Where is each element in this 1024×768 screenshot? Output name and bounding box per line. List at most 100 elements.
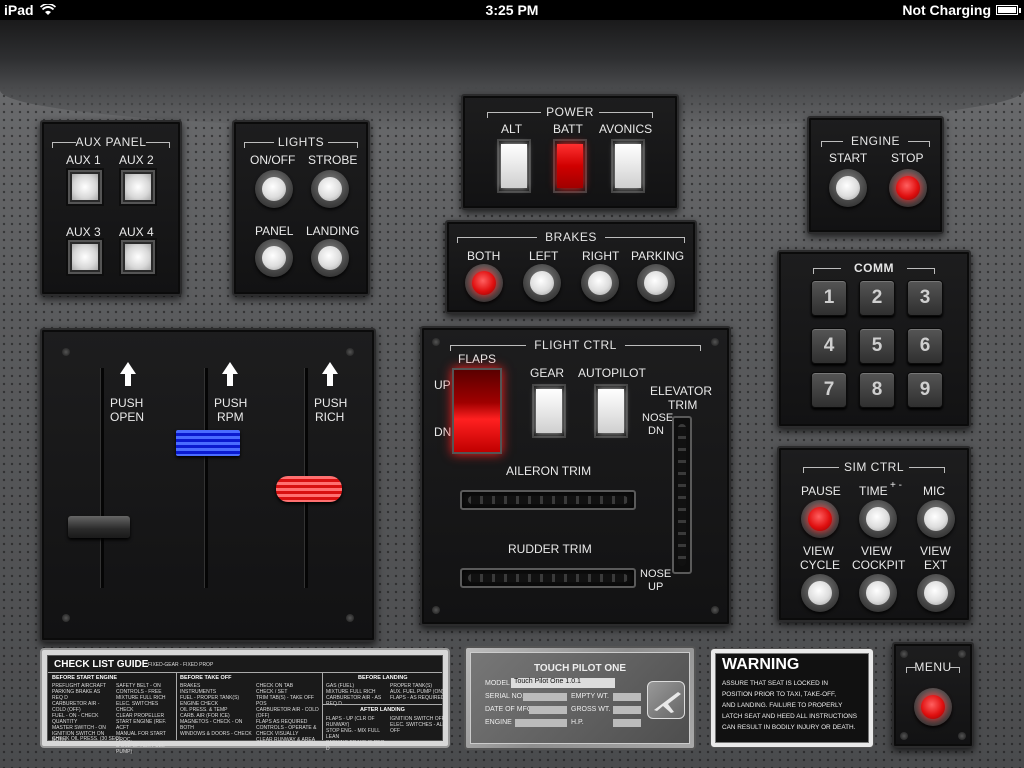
flaps-dn-label: DN [434, 425, 452, 439]
engine-stop-label: STOP [891, 151, 924, 165]
brake-both-button[interactable] [465, 264, 503, 302]
aux1-button[interactable] [66, 168, 104, 206]
before-landing-heading: BEFORE LANDING [358, 675, 408, 681]
before-start-heading: BEFORE START ENGINE [52, 675, 117, 681]
pause-button[interactable] [801, 500, 839, 538]
comm-key-5[interactable]: 5 [859, 328, 895, 364]
model-label: MODEL [485, 680, 510, 687]
aux-panel: AUX PANEL AUX 1 AUX 2 AUX 3 AUX 4 [40, 120, 182, 296]
checklist-col2: SAFETY BELT - ON CONTROLS - FREE MIXTURE F… [116, 683, 167, 755]
throttle-push-label: PUSH [110, 396, 144, 410]
aux2-button[interactable] [119, 168, 157, 206]
flight-ctrl-panel: FLIGHT CTRL FLAPS UP DN GEAR AUTOPILOT E… [420, 326, 731, 626]
comm-key-4[interactable]: 4 [811, 328, 847, 364]
comm-key-7[interactable]: 7 [811, 372, 847, 408]
warning-title: WARNING [722, 656, 800, 673]
view-cycle-button[interactable] [801, 574, 839, 612]
view-cockpit-button[interactable] [859, 574, 897, 612]
mixture-lever[interactable] [276, 476, 342, 502]
pause-label: PAUSE [801, 484, 841, 498]
brake-parking-button[interactable] [637, 264, 675, 302]
view-cockpit-label-2: COCKPIT [852, 558, 906, 572]
comm-key-8[interactable]: 8 [859, 372, 895, 408]
aux4-label: AUX 4 [119, 225, 154, 239]
brake-left-label: LEFT [529, 249, 559, 263]
lights-panel-button[interactable] [255, 239, 293, 277]
lights-landing-button[interactable] [311, 239, 349, 277]
strobe-label: STROBE [308, 153, 358, 167]
checklist-title: CHECK LIST GUIDE [54, 659, 149, 670]
batt-switch[interactable] [553, 139, 587, 193]
aux1-label: AUX 1 [66, 153, 101, 167]
alt-label: ALT [501, 122, 523, 136]
rpm-label: RPM [217, 410, 244, 424]
autopilot-switch[interactable] [594, 384, 628, 438]
batt-label: BATT [553, 122, 583, 136]
aileron-trim-wheel[interactable] [460, 490, 636, 510]
landing-label: LANDING [306, 224, 360, 238]
aux4-button[interactable] [119, 238, 157, 276]
aux2-label: AUX 2 [119, 153, 154, 167]
throttle-open-label: OPEN [110, 410, 145, 424]
prop-rpm-lever[interactable] [176, 430, 240, 456]
throttle-lever[interactable] [68, 516, 130, 538]
data-plate: TOUCH PILOT ONE MODEL Touch Pilot One 1.… [464, 646, 696, 750]
aux3-button[interactable] [66, 238, 104, 276]
comm-key-3[interactable]: 3 [907, 280, 943, 316]
checklist-col6: PROPER TANK(S) AUX. FUEL PUMP (ON) FLAPS -… [390, 683, 445, 701]
engine-panel: ENGINE START STOP [807, 116, 944, 234]
brakes-panel: BRAKES BOTH LEFT RIGHT PARKING [445, 220, 697, 314]
aux3-label: AUX 3 [66, 225, 101, 239]
checklist-subtitle: FIXED-GEAR - FIXED PROP [148, 662, 214, 668]
comm-key-9[interactable]: 9 [907, 372, 943, 408]
checklist-placard: CHECK LIST GUIDE FIXED-GEAR - FIXED PROP… [40, 648, 450, 755]
brake-right-button[interactable] [581, 264, 619, 302]
sim-ctrl-panel: SIM CTRL PAUSE TIME + - MIC VIEW CYCLE V… [777, 446, 971, 622]
brake-left-button[interactable] [523, 264, 561, 302]
menu-panel: MENU [892, 642, 974, 748]
engine-stop-button[interactable] [889, 169, 927, 207]
view-cockpit-label-1: VIEW [861, 544, 892, 558]
time-label: TIME [859, 484, 888, 498]
lights-strobe-button[interactable] [311, 170, 349, 208]
checklist-col7: FLAPS - UP (CLR OF RUNWAY) STOP ENG. - MI… [326, 716, 385, 752]
comm-title: COMM [854, 261, 894, 275]
flaps-up-label: UP [434, 378, 451, 392]
before-takeoff-heading: BEFORE TAKE OFF [180, 675, 232, 681]
alt-switch[interactable] [497, 139, 531, 193]
menu-button[interactable] [914, 688, 952, 726]
nose-dn-label-2: DN [648, 425, 664, 437]
comm-panel: COMM 1 2 3 4 5 6 7 8 9 [777, 250, 971, 428]
view-ext-label-1: VIEW [920, 544, 951, 558]
engine-start-button[interactable] [829, 169, 867, 207]
time-button[interactable] [859, 500, 897, 538]
status-time: 3:25 PM [485, 2, 539, 18]
rpm-push-label: PUSH [214, 396, 248, 410]
checklist-col1-oil: CHECK OIL PRESS. (30 SEC) [52, 736, 121, 742]
throttle-quadrant: PUSH OPEN PUSH RPM PUSH RICH [40, 328, 376, 642]
nose-up-label-1: NOSE [640, 568, 672, 580]
brake-both-label: BOTH [467, 249, 501, 263]
checklist-col3: BRAKES INSTRUMENTS FUEL - PROPER TANK(S) E… [180, 683, 252, 737]
view-ext-button[interactable] [917, 574, 955, 612]
mic-button[interactable] [917, 500, 955, 538]
brake-parking-label: PARKING [631, 249, 685, 263]
warning-text: ASSURE THAT SEAT IS LOCKED IN POSITION P… [722, 680, 858, 731]
autopilot-label: AUTOPILOT [578, 366, 646, 380]
comm-key-6[interactable]: 6 [907, 328, 943, 364]
nose-dn-label-1: NOSE [642, 412, 674, 424]
lights-onoff-button[interactable] [255, 170, 293, 208]
rudder-trim-wheel[interactable] [460, 568, 636, 588]
elevator-trim-wheel[interactable] [672, 416, 692, 574]
empty-wt-label: EMPTY WT. [571, 693, 609, 700]
avonics-switch[interactable] [611, 139, 645, 193]
comm-key-1[interactable]: 1 [811, 280, 847, 316]
battery-status: Not Charging [902, 2, 991, 18]
comm-key-2[interactable]: 2 [859, 280, 895, 316]
mic-label: MIC [923, 484, 945, 498]
gear-switch[interactable] [532, 384, 566, 438]
rudder-trim-label: RUDDER TRIM [508, 542, 592, 556]
flaps-lever[interactable] [452, 368, 502, 454]
view-ext-label-2: EXT [924, 558, 948, 572]
gross-wt-label: GROSS WT. [571, 706, 611, 713]
